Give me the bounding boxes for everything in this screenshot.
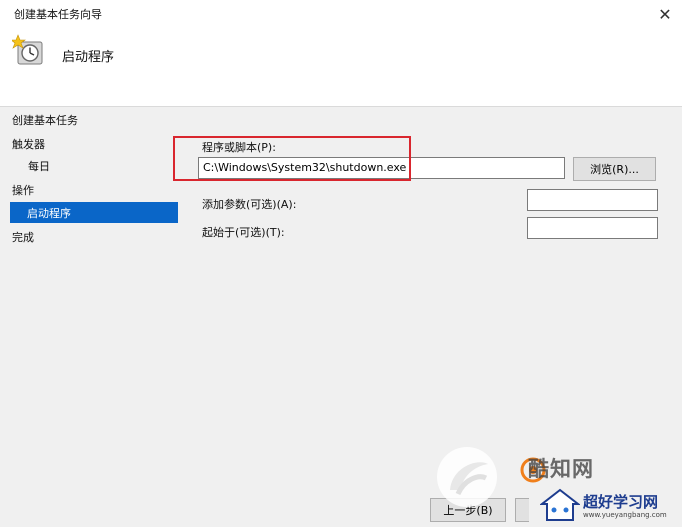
- step-action[interactable]: 操作: [12, 182, 34, 198]
- wizard-header: 启动程序: [0, 28, 682, 107]
- watermark-site-name: 超好学习网: [583, 493, 659, 511]
- red-highlight-box: [173, 136, 411, 181]
- step-daily[interactable]: 每日: [28, 158, 50, 174]
- task-wizard-window: 创建基本任务向导 ✕ 启动程序 创建基本任务 触发器 每日 操作 完成 启动程序…: [0, 0, 682, 527]
- watermark-house-icon: [540, 488, 580, 521]
- window-title: 创建基本任务向导: [14, 8, 102, 21]
- start-in-label: 起始于(可选)(T):: [202, 226, 285, 239]
- arguments-label: 添加参数(可选)(A):: [202, 198, 297, 211]
- watermark-logo-icon: [437, 447, 497, 507]
- close-icon: ✕: [658, 4, 672, 24]
- step-finish[interactable]: 完成: [12, 229, 34, 245]
- page-title: 启动程序: [62, 50, 115, 65]
- step-trigger[interactable]: 触发器: [12, 136, 45, 152]
- watermark-brand-text: 酷知网: [528, 457, 594, 481]
- browse-button[interactable]: 浏览(R)...: [573, 157, 656, 181]
- wizard-steps-pane: 创建基本任务 触发器 每日 操作 完成: [0, 106, 190, 527]
- step-create-basic-task[interactable]: 创建基本任务: [12, 112, 78, 128]
- title-bar: 创建基本任务向导 ✕: [0, 0, 682, 29]
- browse-button-label: 浏览(R)...: [590, 163, 639, 176]
- step-start-program-selected[interactable]: 启动程序: [10, 202, 178, 223]
- close-button[interactable]: ✕: [648, 0, 682, 28]
- task-scheduler-clock-icon: [12, 34, 43, 65]
- step-start-program-label: 启动程序: [27, 207, 71, 220]
- start-in-input[interactable]: [527, 217, 658, 239]
- watermark-url: www.yueyangbang.com: [583, 511, 667, 519]
- next-button[interactable]: [515, 498, 529, 522]
- arguments-input[interactable]: [527, 189, 658, 211]
